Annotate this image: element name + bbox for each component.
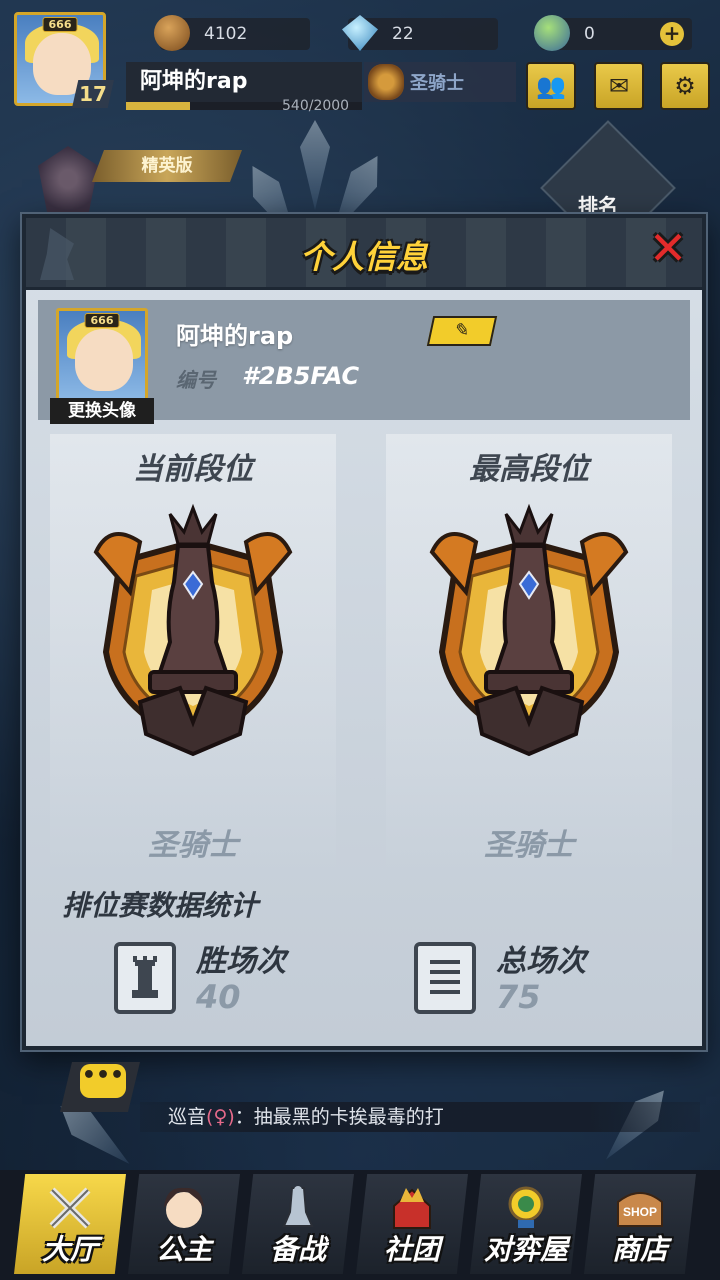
chat-message: ：抽最黑的卡挨最毒的打: [234, 1106, 444, 1128]
nav-shop[interactable]: SHOP 商店: [584, 1174, 696, 1274]
profile-row: 666 更换头像 阿坤的rap ✎ 编号 #2B5FAC: [38, 300, 690, 424]
chat-speaker: 巡音: [168, 1106, 207, 1128]
profile-avatar[interactable]: 666: [56, 308, 148, 404]
player-name: 阿坤的rap: [126, 62, 362, 102]
rook-notebook-icon: [114, 942, 176, 1014]
nav-lobby[interactable]: 大厅: [14, 1174, 126, 1274]
highest-rank-name: 圣骑士: [484, 828, 574, 863]
gem-counter: 22: [342, 15, 498, 51]
nav-guild[interactable]: 社团: [356, 1174, 468, 1274]
nav-label: 对弈屋: [483, 1233, 568, 1266]
notebook-icon: [414, 942, 476, 1014]
coin-icon: [154, 15, 190, 51]
shop-icon: SHOP: [617, 1192, 663, 1227]
add-currency-button[interactable]: +: [660, 22, 684, 46]
nav-princess[interactable]: 公主: [128, 1174, 240, 1274]
gem-value: 22: [392, 24, 414, 44]
avatar-badge: 666: [42, 17, 78, 32]
settings-button[interactable]: ⚙: [660, 62, 710, 110]
player-id: #2B5FAC: [242, 362, 360, 390]
coin-counter: 4102: [154, 15, 310, 51]
coin-value: 4102: [204, 24, 248, 44]
nav-label: 大厅: [41, 1233, 98, 1266]
rook-icon: [132, 956, 158, 998]
total-value: 75: [496, 978, 541, 1016]
coin-trophy-icon: [508, 1186, 544, 1228]
current-rank-panel: 当前段位 圣骑士: [50, 434, 336, 868]
nav-label: 商店: [611, 1233, 668, 1266]
edit-name-button[interactable]: ✎: [426, 316, 498, 346]
chess-pieces-icon: [282, 1186, 314, 1227]
paladin-rank-crest-icon: [429, 503, 629, 757]
chat-bubble-icon[interactable]: •••: [80, 1064, 126, 1098]
lines-icon: [430, 960, 460, 994]
paladin-rank-crest-icon: [93, 503, 293, 757]
current-rank-name: 圣骑士: [148, 828, 238, 863]
player-id-label: 编号: [176, 368, 216, 392]
highest-rank-title: 最高段位: [469, 452, 589, 487]
gem-icon: [342, 15, 378, 51]
female-icon: ♀: [213, 1106, 228, 1128]
bottom-nav: 大厅 公主 备战 社团 对弈屋 SHOP 商店: [0, 1170, 720, 1280]
modal-header: 个人信息 ✕: [26, 218, 702, 290]
ranked-stats-title: 排位赛数据统计: [62, 889, 259, 922]
special-currency-value: 0: [584, 24, 595, 44]
wins-label: 胜场次: [196, 944, 286, 979]
rank-chip-label: 圣骑士: [410, 73, 464, 94]
close-button[interactable]: ✕: [646, 225, 690, 272]
highest-rank-panel: 最高段位 圣骑士: [386, 434, 672, 868]
friends-icon: 👥: [536, 72, 566, 100]
nav-chess-room[interactable]: 对弈屋: [470, 1174, 582, 1274]
profile-modal: 个人信息 ✕ 666 更换头像 阿坤的rap ✎ 编号 #2B5FAC 当前段位: [22, 214, 706, 1050]
gear-icon: ⚙: [674, 72, 696, 100]
wins-value: 40: [196, 978, 241, 1016]
rank-chip[interactable]: 圣骑士: [364, 62, 516, 102]
current-rank-title: 当前段位: [133, 452, 253, 487]
princess-icon: [164, 1187, 204, 1228]
nav-label: 社团: [383, 1233, 440, 1266]
change-avatar-button[interactable]: 更换头像: [50, 398, 154, 424]
special-currency-counter: 0 +: [534, 15, 692, 51]
profile-name: 阿坤的rap: [176, 322, 294, 350]
guild-castle-icon: [393, 1188, 431, 1229]
total-label: 总场次: [496, 944, 586, 979]
rank-crest-icon: [368, 64, 404, 100]
avatar-face: [75, 329, 133, 391]
exp-bar-fill: [126, 102, 190, 110]
chat-close-paren: ): [227, 1106, 235, 1128]
nav-label: 公主: [155, 1233, 212, 1266]
exp-text: 540/2000: [282, 98, 350, 114]
nav-label: 备战: [269, 1233, 326, 1266]
crossed-swords-icon: [49, 1187, 91, 1229]
shop-badge-text: SHOP: [623, 1205, 657, 1219]
modal-title: 个人信息: [299, 238, 428, 276]
orb-icon: [534, 15, 570, 51]
pencil-icon: ✎: [452, 320, 472, 341]
mail-icon: ✉: [608, 72, 630, 100]
nav-prepare[interactable]: 备战: [242, 1174, 354, 1274]
chat-ticker[interactable]: 巡音(♀)：抽最黑的卡挨最毒的打: [140, 1102, 700, 1132]
avatar-badge: 666: [84, 313, 120, 328]
elite-tag[interactable]: 精英版: [92, 150, 242, 182]
mail-button[interactable]: ✉: [594, 62, 644, 110]
friends-button[interactable]: 👥: [526, 62, 576, 110]
player-level: 17: [72, 80, 114, 108]
